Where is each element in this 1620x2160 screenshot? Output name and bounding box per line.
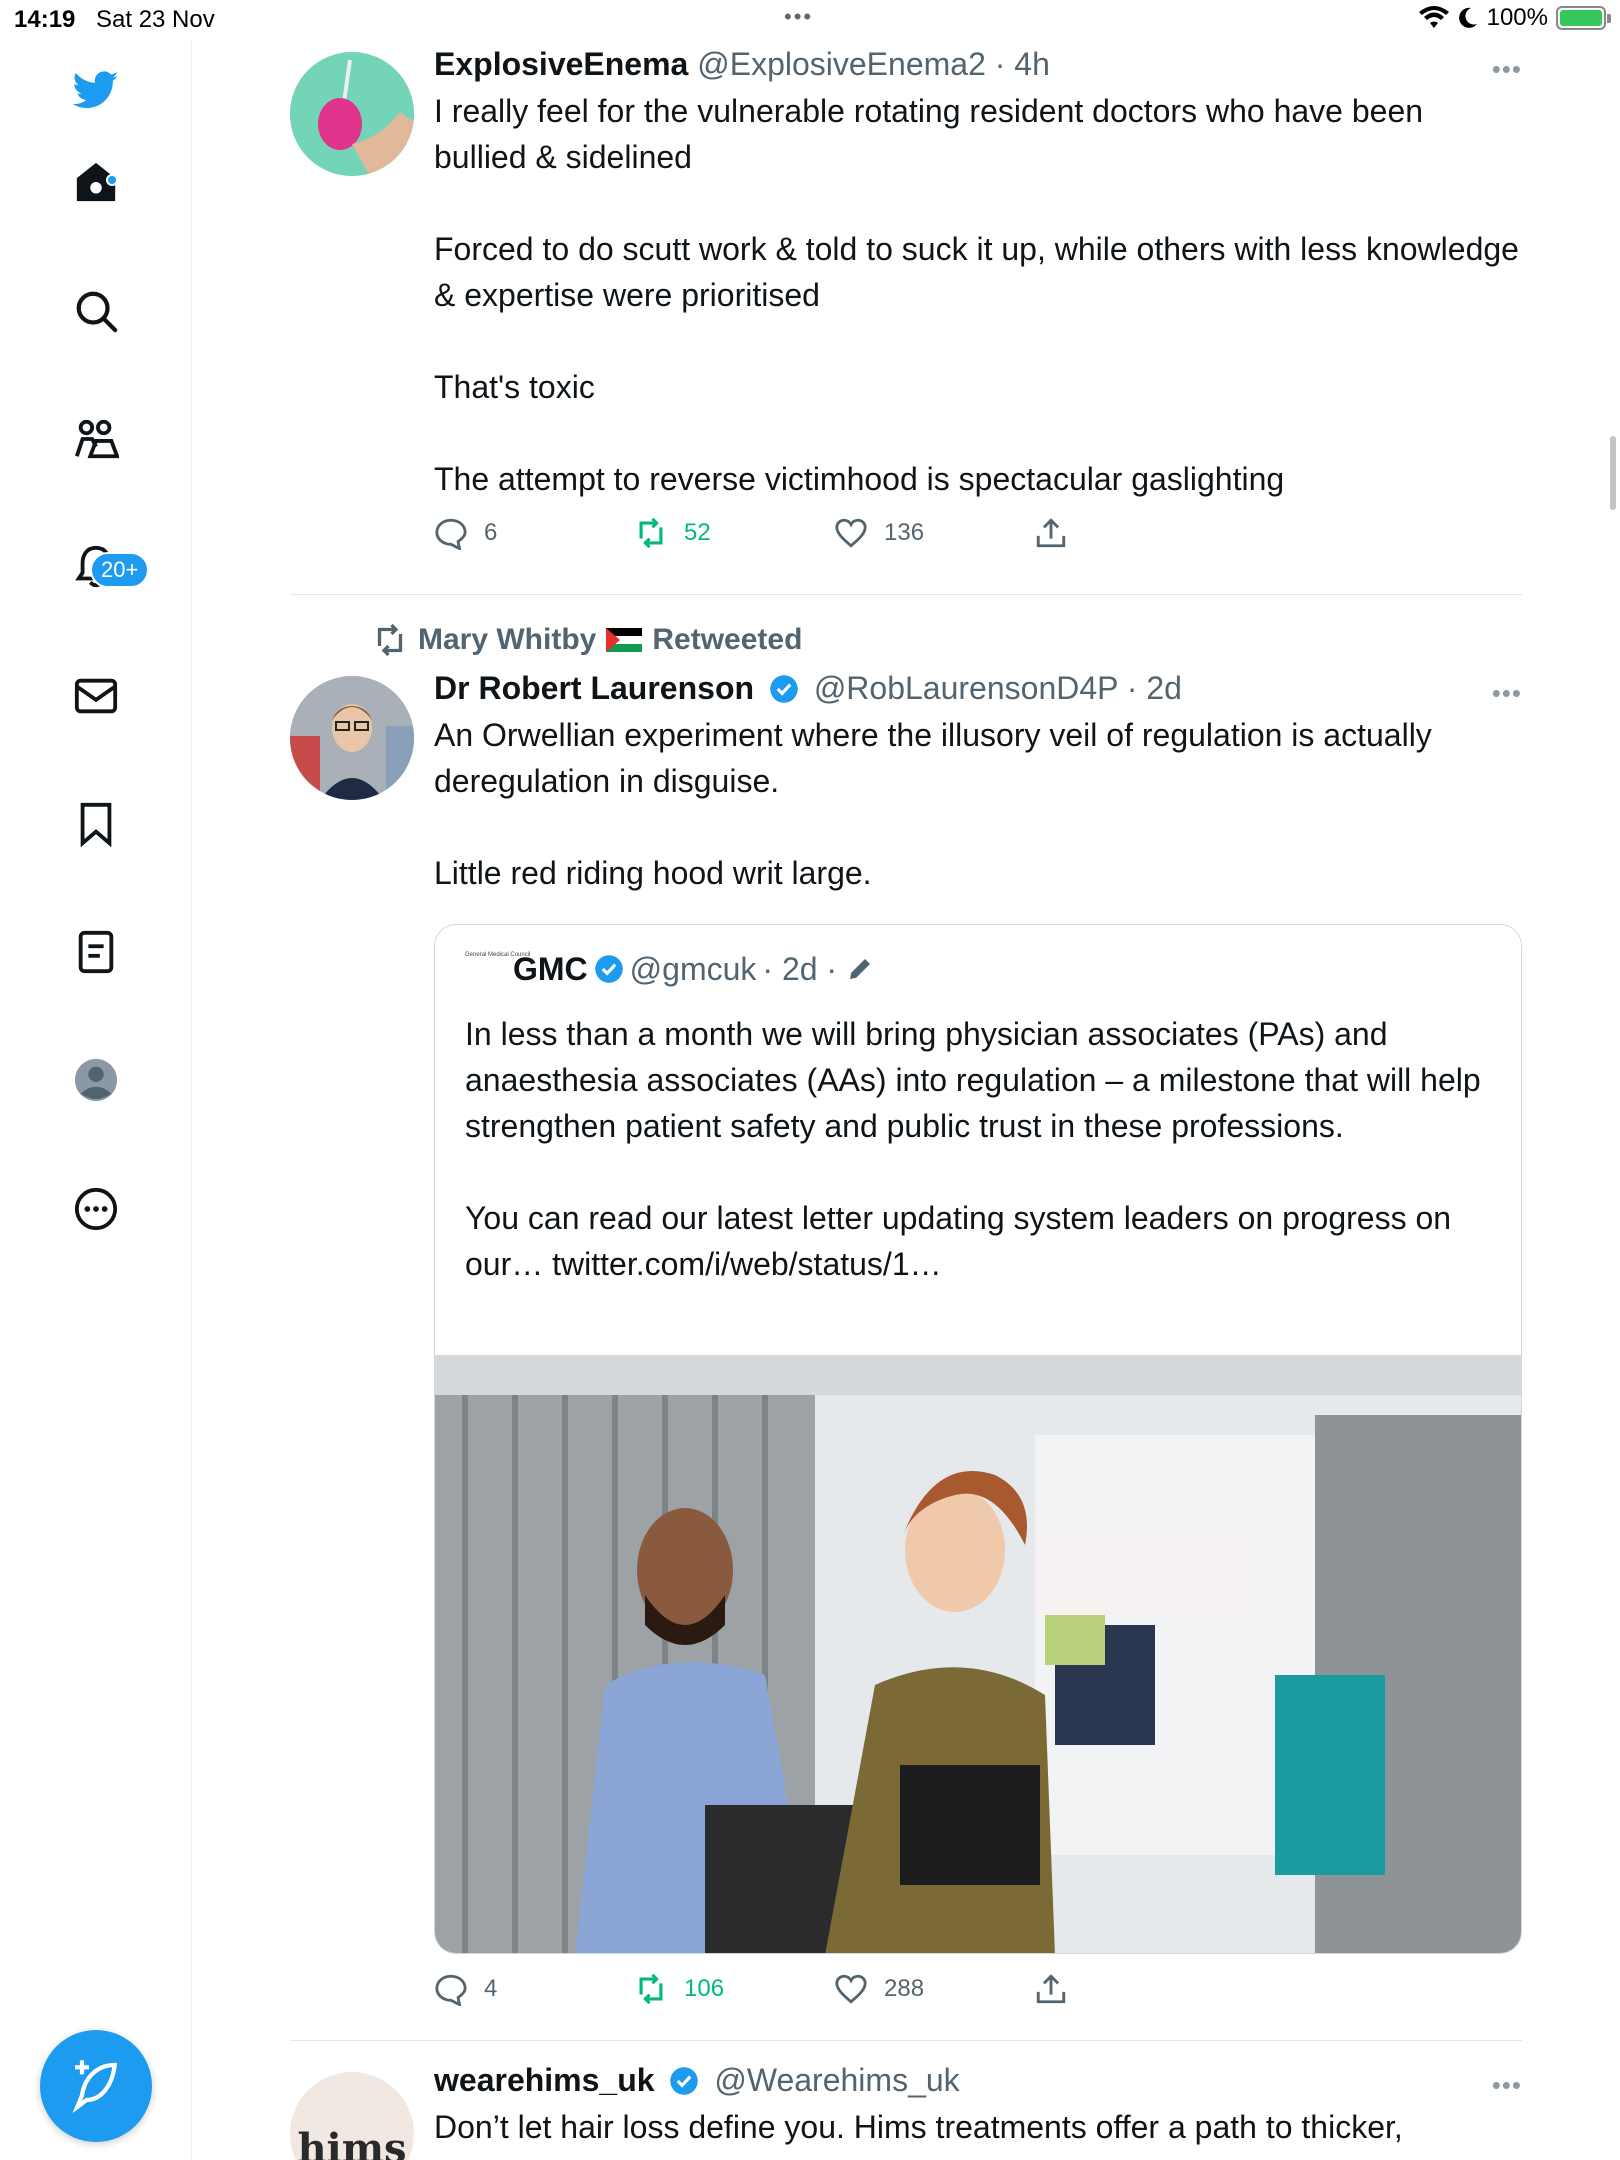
divider	[290, 594, 1522, 595]
bookmarks-icon[interactable]	[66, 794, 126, 854]
tweet[interactable]: hims wearehims_uk @Wearehims_uk ••• Don’…	[290, 2060, 1522, 2160]
reply-count: 6	[484, 519, 498, 546]
tweet-actions: 6 52 136	[434, 516, 1522, 560]
more-icon[interactable]	[66, 1179, 126, 1239]
reply-button[interactable]: 4	[434, 1972, 497, 2006]
retweet-icon	[377, 623, 403, 657]
quote-text: In less than a month we will bring physi…	[465, 1016, 1481, 1282]
moon-icon	[1458, 7, 1477, 28]
messages-icon[interactable]	[66, 666, 126, 726]
retweet-count: 52	[684, 519, 711, 546]
status-time: 14:19	[14, 6, 76, 33]
tweet-time[interactable]: · 2d	[1127, 670, 1182, 706]
avatar[interactable]	[290, 676, 414, 800]
battery-percent: 100%	[1486, 4, 1548, 31]
tweet-header: ExplosiveEnema @ExplosiveEnema2 · 4h	[434, 44, 1522, 84]
retweeted-by[interactable]: Mary Whitby Retweeted	[372, 622, 802, 658]
search-icon[interactable]	[66, 281, 126, 341]
status-indicators: 100%	[1418, 4, 1611, 32]
twitter-logo-icon[interactable]	[66, 60, 126, 120]
author-photo	[290, 676, 414, 800]
multitasking-dots[interactable]: •••	[784, 4, 813, 30]
communities-icon[interactable]	[66, 409, 126, 469]
author-name[interactable]: Dr Robert Laurenson	[434, 670, 754, 706]
battery-icon	[1556, 6, 1611, 30]
reply-icon	[435, 1974, 467, 2006]
home-new-indicator	[106, 174, 118, 186]
reply-button[interactable]: 6	[434, 516, 497, 550]
share-icon	[1036, 1974, 1066, 2004]
status-bar: 14:19 Sat 23 Nov ••• 100%	[0, 0, 1620, 40]
share-icon	[1036, 518, 1066, 548]
tweet-time[interactable]: · 4h	[995, 46, 1050, 82]
like-count: 288	[884, 1975, 925, 2002]
quote-author-name[interactable]: GMC	[513, 947, 588, 991]
enema-bulb-image	[290, 52, 414, 176]
more-options-icon[interactable]: •••	[1492, 54, 1522, 85]
retweet-button[interactable]: 52	[634, 516, 711, 550]
compose-tweet-button[interactable]	[40, 2030, 152, 2142]
verified-badge-icon	[594, 955, 623, 983]
avatar[interactable]: hims	[290, 2072, 414, 2160]
divider	[290, 2040, 1522, 2041]
gmc-logo: General Medical Council	[465, 952, 531, 958]
heart-icon	[835, 1974, 867, 2004]
palestine-flag-icon	[606, 628, 643, 652]
tweet-actions: 4 106 288	[434, 1972, 1522, 2016]
more-options-icon[interactable]: •••	[1492, 2070, 1522, 2101]
wifi-icon	[1418, 6, 1449, 28]
retweeter-name: Mary Whitby	[418, 623, 597, 656]
retweet-button[interactable]: 106	[634, 1972, 724, 2006]
author-name[interactable]: wearehims_uk	[434, 2062, 655, 2098]
quote-time: · 2d ·	[762, 951, 838, 987]
compose-feather-icon	[72, 2060, 118, 2114]
more-options-icon[interactable]: •••	[1492, 678, 1522, 709]
tweet-text: Don’t let hair loss define you. Hims tre…	[434, 2109, 1403, 2145]
sidebar: 20+	[0, 40, 192, 2160]
reply-icon	[435, 518, 467, 550]
quote-author-handle[interactable]: @gmcuk	[630, 947, 757, 991]
avatar[interactable]	[290, 52, 414, 176]
tweet-text: An Orwellian experiment where the illuso…	[434, 717, 1432, 891]
verified-badge-icon	[770, 675, 798, 703]
author-handle[interactable]: @Wearehims_uk	[714, 2062, 959, 2098]
edited-pencil-icon	[850, 959, 871, 979]
share-button[interactable]	[1034, 1972, 1068, 2006]
quote-header: General Medical Council GMC @gmcuk · 2d …	[465, 947, 875, 991]
reply-count: 4	[484, 1975, 498, 2002]
like-button[interactable]: 288	[834, 1972, 924, 2006]
author-handle[interactable]: @RobLaurensonD4P	[814, 670, 1118, 706]
scrollbar[interactable]	[1610, 436, 1616, 510]
retweet-count: 106	[684, 1975, 725, 2002]
tweet-text: I really feel for the vulnerable rotatin…	[434, 93, 1519, 497]
tweet[interactable]: ExplosiveEnema @ExplosiveEnema2 · 4h •••…	[290, 44, 1522, 564]
retweet-icon	[639, 1973, 663, 2005]
share-button[interactable]	[1034, 516, 1068, 550]
quote-photo[interactable]	[435, 1355, 1522, 1954]
tweet-header: wearehims_uk @Wearehims_uk	[434, 2060, 1522, 2100]
lists-icon[interactable]	[66, 922, 126, 982]
author-handle[interactable]: @ExplosiveEnema2	[697, 46, 986, 82]
profile-icon[interactable]	[66, 1050, 126, 1110]
hims-logo: hims	[297, 2124, 407, 2160]
retweet-icon	[639, 517, 663, 549]
quoted-tweet[interactable]: General Medical Council GMC @gmcuk · 2d …	[434, 924, 1522, 1954]
heart-icon	[835, 518, 867, 548]
author-name[interactable]: ExplosiveEnema	[434, 46, 688, 82]
tweet-header: Dr Robert Laurenson @RobLaurensonD4P · 2…	[434, 668, 1522, 708]
like-button[interactable]: 136	[834, 516, 924, 550]
like-count: 136	[884, 519, 925, 546]
retweeted-label: Retweeted	[652, 623, 803, 656]
status-date: Sat 23 Nov	[96, 6, 215, 33]
notifications-badge: 20+	[90, 552, 150, 588]
verified-badge-icon	[670, 2067, 699, 2095]
